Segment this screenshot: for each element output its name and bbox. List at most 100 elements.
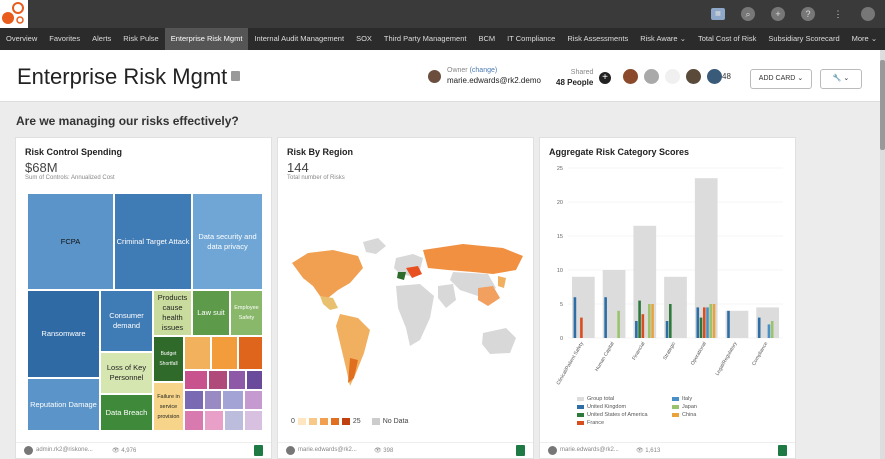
treemap-label: Criminal Target Attack xyxy=(116,236,190,246)
treemap-cell[interactable]: FCPA xyxy=(27,193,114,290)
legend-swatch xyxy=(341,418,350,425)
nav-favorites[interactable]: Favorites xyxy=(43,28,86,50)
owner-label: Owner xyxy=(447,67,468,74)
excel-export-icon[interactable] xyxy=(516,445,525,456)
treemap-cell[interactable]: Reputation Damage xyxy=(27,378,100,431)
avatar xyxy=(24,446,33,455)
avatar[interactable] xyxy=(685,68,702,85)
apps-icon[interactable]: ⋮ xyxy=(831,7,845,21)
legend-label: Japan xyxy=(682,404,697,410)
nav-risk-aware-label: Risk Aware xyxy=(640,34,678,43)
nav-total-cost[interactable]: Total Cost of Risk xyxy=(692,28,762,50)
nav-bcm[interactable]: BCM xyxy=(472,28,501,50)
owner-change-link[interactable]: (change) xyxy=(470,67,498,74)
avatar[interactable] xyxy=(664,68,681,85)
treemap-cell[interactable] xyxy=(208,370,228,390)
avatar[interactable] xyxy=(706,68,723,85)
card-subtitle: Sum of Controls: Annualized Cost xyxy=(25,175,115,181)
bar xyxy=(757,317,761,338)
treemap-cell[interactable]: Loss of Key Personnel xyxy=(100,352,153,394)
card-subtitle: Total number of Risks xyxy=(287,175,345,181)
avatar-count[interactable]: 48 xyxy=(722,72,731,81)
treemap-cell[interactable] xyxy=(211,336,238,370)
help-icon[interactable]: ? xyxy=(801,7,815,21)
treemap-cell[interactable] xyxy=(184,336,211,370)
add-card-button[interactable]: ADD CARD ⌄ xyxy=(750,69,812,89)
legend-item[interactable]: Italy xyxy=(672,396,692,402)
app-grid-icon[interactable]: ▦ xyxy=(711,8,725,20)
bar xyxy=(635,321,638,338)
treemap-cell[interactable]: Law suit xyxy=(192,290,230,336)
bar xyxy=(651,304,654,338)
treemap-label: Ransomware xyxy=(41,329,86,338)
treemap-cell[interactable]: Budget Shortfall xyxy=(153,336,184,382)
nav-it-compliance[interactable]: IT Compliance xyxy=(501,28,561,50)
card-title: Risk Control Spending xyxy=(25,147,123,157)
treemap-cell[interactable] xyxy=(228,370,246,390)
avatar[interactable] xyxy=(622,68,639,85)
scrollbar-thumb[interactable] xyxy=(880,60,885,150)
search-icon[interactable]: ⌕ xyxy=(741,7,755,21)
add-share-button[interactable]: + xyxy=(599,72,611,84)
treemap-cell[interactable]: Employee Safety xyxy=(230,290,263,336)
shared-count: 48 People xyxy=(556,78,594,87)
treemap-cell[interactable] xyxy=(244,390,263,410)
excel-export-icon[interactable] xyxy=(778,445,787,456)
legend-item[interactable]: Japan xyxy=(672,404,697,410)
footer-views-count: 398 xyxy=(383,448,394,454)
treemap-cell[interactable] xyxy=(184,370,208,390)
treemap-cell[interactable] xyxy=(184,410,204,431)
nav-alerts[interactable]: Alerts xyxy=(86,28,117,50)
legend-item[interactable]: United States of America xyxy=(577,412,648,418)
bar xyxy=(770,321,774,338)
treemap-cell[interactable]: Data security and data privacy xyxy=(192,193,263,290)
user-icon[interactable] xyxy=(861,7,875,21)
card-risk-control-spending[interactable]: Risk Control Spending $68M Sum of Contro… xyxy=(15,137,272,459)
legend-label: United Kingdom xyxy=(587,404,627,410)
treemap-cell[interactable] xyxy=(244,410,263,431)
legend-item[interactable]: France xyxy=(577,420,604,426)
y-tick-label: 5 xyxy=(560,302,563,308)
app-logo[interactable] xyxy=(0,0,28,28)
treemap-cell[interactable]: Data Breach xyxy=(100,394,153,431)
world-map[interactable] xyxy=(278,228,535,428)
treemap-cell[interactable] xyxy=(204,390,222,410)
bar xyxy=(727,310,730,338)
treemap-cell[interactable] xyxy=(184,390,204,410)
nav-overview[interactable]: Overview xyxy=(0,28,43,50)
treemap-cell[interactable]: Criminal Target Attack xyxy=(114,193,192,290)
nav-more[interactable]: More ⌄ xyxy=(846,28,883,50)
treemap-cell[interactable] xyxy=(224,410,244,431)
treemap-cell[interactable] xyxy=(238,336,263,370)
treemap-cell[interactable]: Products cause health issues xyxy=(153,290,192,336)
card-aggregate-risk[interactable]: Aggregate Risk Category Scores 0 5 10 15 20 2… xyxy=(539,137,796,459)
settings-button[interactable]: 🔧 ⌄ xyxy=(820,69,862,89)
legend-item[interactable]: Group total xyxy=(577,396,614,402)
bar-chart[interactable]: 0 5 10 15 20 25 Clinical/Patient Safety Human C… xyxy=(540,160,797,410)
avatar[interactable] xyxy=(643,68,660,85)
y-tick-label: 20 xyxy=(557,200,563,206)
nav-enterprise-risk-mgmt[interactable]: Enterprise Risk Mgmt xyxy=(164,28,249,50)
nav-sox[interactable]: SOX xyxy=(350,28,378,50)
legend-swatch xyxy=(371,418,380,425)
nav-subsidiary[interactable]: Subsidiary Scorecard xyxy=(762,28,845,50)
treemap-cell[interactable]: Failure in service provision xyxy=(153,382,184,431)
nav-internal-audit[interactable]: Internal Audit Management xyxy=(248,28,350,50)
bar xyxy=(669,304,672,338)
card-risk-by-region[interactable]: Risk By Region 144 Total number of Risks… xyxy=(277,137,534,459)
nav-risk-pulse[interactable]: Risk Pulse xyxy=(117,28,164,50)
treemap-label: Data security and data privacy xyxy=(198,231,257,251)
legend-item[interactable]: United Kingdom xyxy=(577,404,626,410)
add-circle-icon[interactable]: + xyxy=(771,7,785,21)
nav-risk-aware[interactable]: Risk Aware ⌄ xyxy=(634,28,692,50)
treemap-cell[interactable] xyxy=(204,410,224,431)
treemap-cell[interactable] xyxy=(222,390,244,410)
legend-item[interactable]: China xyxy=(672,412,696,418)
nav-risk-assessments[interactable]: Risk Assessments xyxy=(561,28,634,50)
treemap-label: FCPA xyxy=(60,236,81,246)
treemap-cell[interactable] xyxy=(246,370,263,390)
treemap-cell[interactable]: Ransomware xyxy=(27,290,100,378)
nav-third-party[interactable]: Third Party Management xyxy=(378,28,473,50)
excel-export-icon[interactable] xyxy=(254,445,263,456)
treemap-cell[interactable]: Consumer demand xyxy=(100,290,153,352)
